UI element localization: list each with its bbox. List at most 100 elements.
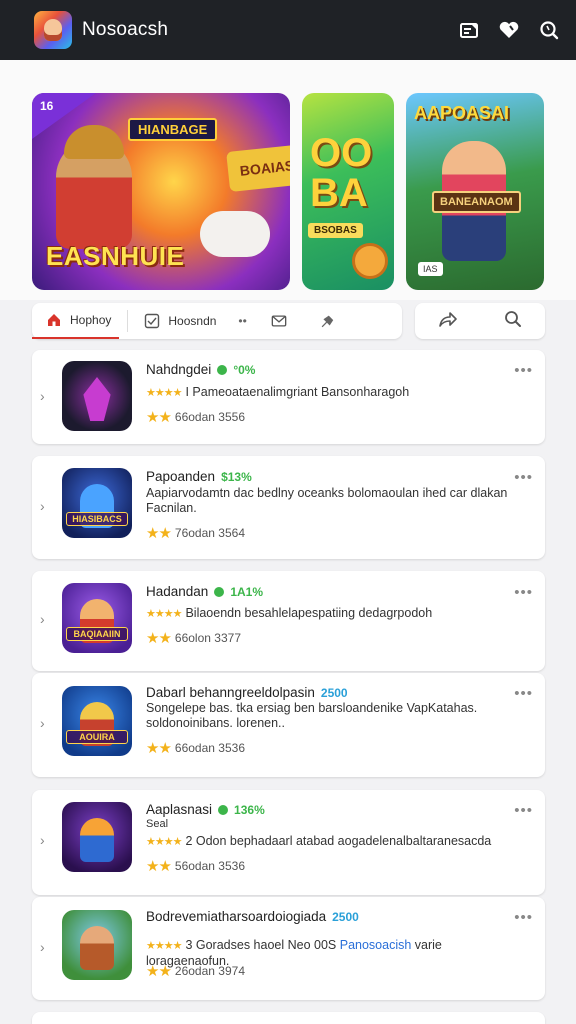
- app-description-text: 2 Odon bephadaarl atabad aogadelenalbalt…: [185, 834, 492, 848]
- app-count: 3536: [218, 741, 245, 755]
- rating-stars-icon: ★★★★: [146, 608, 182, 620]
- app-name-text: Nahdngdei: [146, 362, 212, 377]
- pet-character: [200, 211, 270, 257]
- tab-mail[interactable]: [263, 303, 303, 339]
- app-name: Aaplasnasi 136%: [146, 802, 265, 817]
- app-count: 3974: [218, 964, 245, 978]
- star-icon: ★★: [146, 740, 172, 757]
- app-name: Hadandan 1A1%: [146, 584, 263, 599]
- app-rating: 66odan: [174, 410, 215, 424]
- app-percent: $13%: [221, 470, 252, 484]
- rating-stars-icon: ★★★★: [146, 940, 182, 952]
- more-options-icon[interactable]: •••: [514, 362, 533, 379]
- more-options-icon[interactable]: •••: [514, 685, 533, 702]
- app-name-text: Dabarl behanngreeldolpasin: [146, 685, 315, 700]
- action-tabs: [415, 303, 545, 339]
- tab-home[interactable]: Hophoy: [32, 303, 120, 339]
- app-name-text: Aaplasnasi: [146, 802, 213, 817]
- star-icon: ★★: [146, 963, 172, 980]
- top-actions: [458, 19, 560, 41]
- hero-character: [56, 125, 132, 249]
- status-dot-icon: [217, 365, 228, 375]
- banner-small-tag: IAS: [418, 262, 443, 276]
- app-meta: ★★ 26odan 3974: [146, 962, 245, 980]
- status-dot-icon: [214, 587, 225, 597]
- app-card-5[interactable]: › Aaplasnasi 136% Seal ★★★★ 2 Odon bephada…: [32, 790, 545, 895]
- chevron-right-icon: ›: [40, 939, 45, 955]
- pin-icon: [319, 313, 335, 329]
- app-count: 3377: [214, 631, 241, 645]
- app-icon-tag: HIASIBACS: [66, 512, 128, 526]
- app-name: Papoanden $13%: [146, 469, 252, 484]
- checkbox-icon: [144, 313, 160, 329]
- chevron-right-icon: ›: [40, 498, 45, 514]
- more-options-icon[interactable]: •••: [514, 802, 533, 819]
- app-logo[interactable]: [34, 11, 72, 49]
- more-options-icon[interactable]: •••: [514, 469, 533, 486]
- chevron-right-icon: ›: [40, 611, 45, 627]
- banner-title: EASNHUIE: [46, 241, 185, 271]
- app-percent: °0%: [233, 363, 256, 377]
- share-icon[interactable]: [438, 310, 458, 333]
- character-graphic: [80, 926, 114, 970]
- app-percent: 2500: [332, 910, 359, 924]
- app-percent: 136%: [234, 803, 265, 817]
- app-sublabel: Seal: [146, 818, 169, 830]
- app-description: ★★★★ Bilaoendn besahlelapespatiing dedagr…: [146, 606, 526, 622]
- tab-pin[interactable]: [311, 303, 351, 339]
- app-card-3[interactable]: › BAQIAAIIN Hadandan 1A1% ★★★★ Bilaoendn b…: [32, 571, 545, 671]
- app-card-7-partial[interactable]: [32, 1012, 545, 1024]
- rating-stars-icon: ★★★★: [146, 836, 182, 848]
- coin-graphic: [352, 243, 388, 279]
- app-name: Bodrevemiatharsoardoiogiada 2500: [146, 909, 359, 924]
- status-dot-icon: [218, 805, 229, 815]
- store-icon[interactable]: [458, 19, 480, 41]
- app-card-4[interactable]: › AOUIRA Dabarl behanngreeldolpasin 2500 …: [32, 673, 545, 777]
- app-count: 3536: [218, 859, 245, 873]
- star-icon: ★★: [146, 525, 172, 542]
- app-name-text: Papoanden: [146, 469, 216, 484]
- chevron-right-icon: ›: [40, 832, 45, 848]
- featured-banner-3[interactable]: AAPOASAI BANEANAOM IAS: [406, 93, 544, 290]
- banner-title: AAPOASAI: [414, 103, 510, 123]
- corner-badge: 16: [40, 99, 54, 113]
- app-icon: [62, 361, 132, 431]
- app-count: 3556: [218, 410, 245, 424]
- heart-icon[interactable]: [498, 19, 520, 41]
- search-icon[interactable]: [538, 19, 560, 41]
- app-description: Aapiarvodamtn dac bedlny oceanks bolomao…: [146, 486, 508, 515]
- star-icon: ★★: [146, 630, 172, 647]
- app-meta: ★★ 66odan 3556: [146, 408, 245, 426]
- more-options-icon[interactable]: •••: [514, 584, 533, 601]
- app-rating: 66olon: [174, 631, 211, 645]
- app-card-2[interactable]: › HIASIBACS Papoanden $13% Aapiarvodamtn …: [32, 456, 545, 559]
- app-card-6[interactable]: › Bodrevemiatharsoardoiogiada 2500 ★★★★ 3 …: [32, 897, 545, 1000]
- app-percent: 2500: [320, 686, 348, 700]
- app-card-1[interactable]: › Nahdngdei °0% ★★★★ I Pameoataenalimgrian…: [32, 350, 545, 444]
- search-icon[interactable]: [504, 310, 522, 333]
- chevron-right-icon: ›: [40, 388, 45, 404]
- more-options-icon[interactable]: •••: [514, 909, 533, 926]
- banner-big-text: OO BA: [310, 131, 373, 215]
- banner-logo-text: HIANBAGE: [128, 118, 218, 141]
- app-rating: 56odan: [174, 859, 215, 873]
- tab-more-dots[interactable]: ••: [230, 303, 254, 339]
- app-description-link[interactable]: Panosoacish: [340, 938, 412, 952]
- app-meta: ★★ 76odan 3564: [146, 524, 245, 542]
- tab-dots-label: ••: [238, 314, 247, 328]
- mail-icon: [271, 313, 287, 329]
- app-rating: 26odan: [174, 964, 215, 978]
- dragon-graphic: [83, 377, 111, 421]
- home-icon: [46, 312, 62, 328]
- featured-banner-2[interactable]: OO BA BSOBAS: [302, 93, 394, 290]
- banner-side-sign: BOAIAS: [226, 144, 290, 192]
- app-description: ★★★★ 2 Odon bephadaarl atabad aogadelenal…: [146, 834, 526, 850]
- category-tabs: Hophoy Hoosndn ••: [32, 303, 402, 339]
- app-rating: 76odan: [174, 526, 215, 540]
- app-name-text: Bodrevemiatharsoardoiogiada: [146, 909, 327, 924]
- featured-banner-1[interactable]: 16 HIANBAGE BOAIAS EASNHUIE: [32, 93, 290, 290]
- rating-stars-icon: ★★★★: [146, 387, 182, 399]
- tab-divider: [127, 310, 129, 332]
- tab-secondary[interactable]: Hoosndn: [136, 303, 224, 339]
- character-graphic: [80, 818, 114, 862]
